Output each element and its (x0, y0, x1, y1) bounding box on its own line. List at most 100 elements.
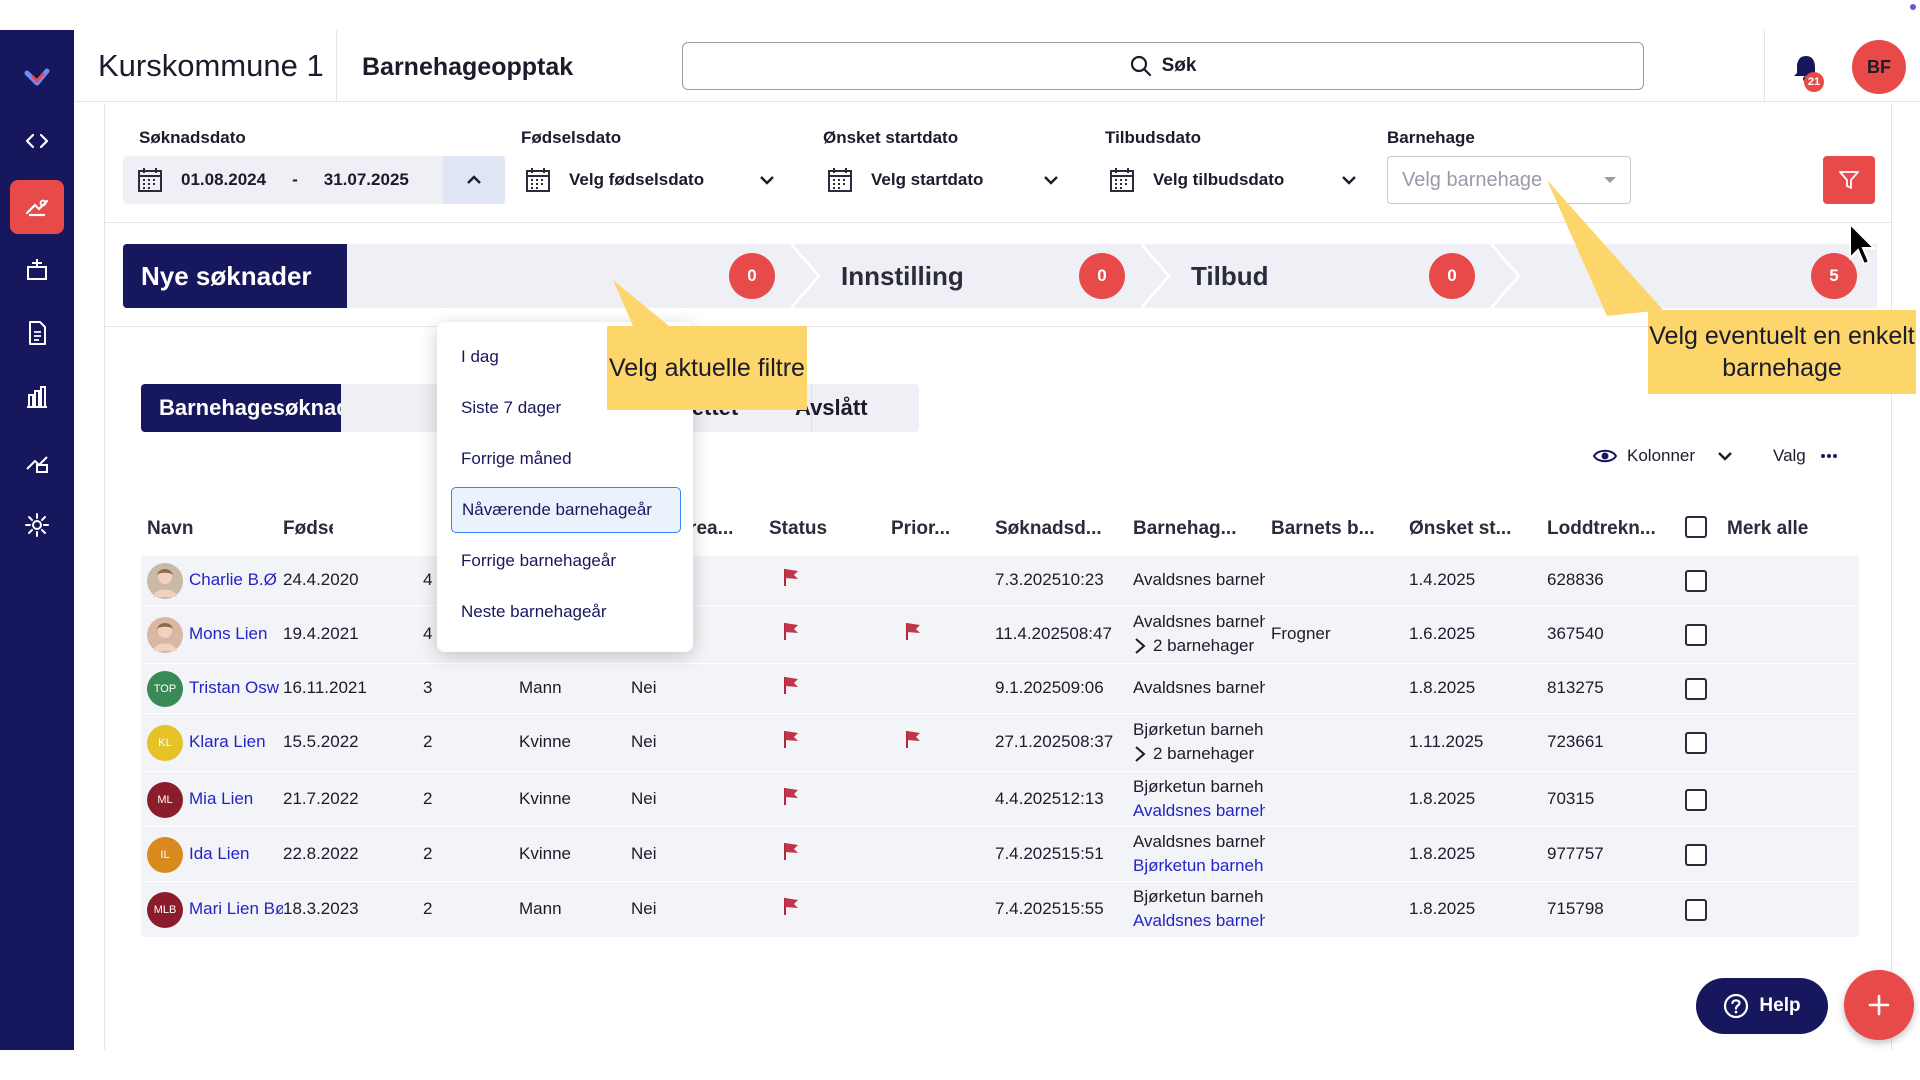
divider (336, 30, 337, 102)
child-avatar: TOP (147, 671, 183, 707)
kindergarten-icon[interactable] (12, 244, 62, 294)
table-row[interactable]: TOP Tristan Osw 16.11.2021 3 Mann Nei 9.1.2025… (141, 664, 1859, 714)
birth-date: 15.5.2022 (283, 732, 359, 751)
options-menu[interactable]: Valg (1773, 446, 1838, 466)
help-button[interactable]: Help (1696, 978, 1828, 1034)
priority-flag-icon[interactable] (903, 729, 923, 749)
child-name-link[interactable]: Klara Lien (189, 732, 283, 752)
filter-button[interactable] (1823, 156, 1875, 204)
kindergarten-choice[interactable]: Bjørketun barneh (1133, 856, 1265, 876)
col-header-name[interactable]: Navn (147, 518, 193, 540)
status-flag-icon[interactable] (781, 729, 801, 749)
child-avatar (147, 617, 183, 653)
child-district: Frogner (1271, 624, 1331, 643)
status-flag-icon[interactable] (781, 841, 801, 861)
row-checkbox[interactable] (1685, 788, 1707, 811)
code-icon[interactable] (12, 116, 62, 166)
status-flag-icon[interactable] (781, 621, 801, 641)
col-header-lottery[interactable]: Loddtrekn... (1547, 518, 1656, 540)
row-checkbox[interactable] (1685, 570, 1707, 592)
application-date-range[interactable]: 01.08.2024 - 31.07.2025 (123, 156, 505, 204)
callout-filters: Velg aktuelle filtre (607, 326, 807, 410)
child-name-link[interactable]: Mons Lien (189, 624, 283, 644)
child-name-link[interactable]: Charlie B.Ø (189, 570, 283, 590)
table-row[interactable]: KL Klara Lien 15.5.2022 2 Kvinne Nei 27.1.2025… (141, 714, 1859, 772)
table-row[interactable]: ML Mia Lien 21.7.2022 2 Kvinne Nei 4.4.202512:… (141, 772, 1859, 827)
calendar-icon (1110, 168, 1134, 192)
columns-toggle[interactable]: Kolonner (1593, 446, 1735, 466)
status-flag-icon[interactable] (781, 675, 801, 695)
date-preset-option[interactable]: Nåværende barnehageår (451, 487, 681, 533)
select-all-checkbox[interactable] (1685, 516, 1707, 538)
user-avatar[interactable]: BF (1852, 40, 1906, 94)
columns-label: Kolonner (1627, 446, 1696, 465)
stage-separator (1491, 244, 1521, 308)
top-bar: Kurskommune 1 Barnehageopptak Søk 21 BF (74, 30, 1920, 102)
sidebar (0, 30, 74, 1050)
chevron-right-icon (1135, 746, 1146, 762)
stats-icon[interactable] (12, 436, 62, 486)
row-checkbox[interactable] (1685, 899, 1707, 921)
kindergarten-choice[interactable]: Avaldsnes barneh (1133, 911, 1265, 931)
logo-icon[interactable] (12, 52, 62, 102)
col-header-district[interactable]: Barnets b... (1271, 518, 1374, 540)
stage-new-applications[interactable]: Nye søknader (123, 244, 347, 308)
range-presets-toggle[interactable] (443, 156, 505, 204)
col-header-applied-date[interactable]: Søknadsd... (995, 518, 1102, 540)
status-flag-icon[interactable] (781, 896, 801, 916)
offer-date-picker[interactable]: Velg tilbudsdato (1109, 156, 1359, 204)
start-date-value: Velg startdato (871, 170, 984, 189)
more-kindergartens[interactable]: 2 barnehager (1133, 636, 1265, 656)
lottery-number: 628836 (1547, 570, 1604, 589)
date-separator: - (292, 170, 298, 189)
document-icon[interactable] (12, 308, 62, 358)
birth-date-value: Velg fødselsdato (569, 170, 705, 189)
child-name-link[interactable]: Mia Lien (189, 789, 283, 809)
more-kindergartens[interactable]: 2 barnehager (1133, 744, 1265, 764)
child-name-link[interactable]: Mari Lien Bø (189, 899, 283, 919)
date-preset-option[interactable]: Forrige måned (451, 436, 681, 482)
status-flag-icon[interactable] (781, 786, 801, 806)
date-preset-option[interactable]: Forrige barnehageår (451, 538, 681, 584)
col-header-start-date[interactable]: Ønsket st... (1409, 518, 1511, 540)
stage-offer[interactable]: Tilbud (1191, 244, 1269, 308)
col-header-priority[interactable]: Prior... (891, 518, 950, 540)
gender: Kvinne (519, 788, 571, 808)
child-name-link[interactable]: Tristan Osw (189, 678, 283, 698)
lottery-number: 367540 (1547, 624, 1604, 643)
priority-flag-icon[interactable] (903, 621, 923, 641)
birth-date-picker[interactable]: Velg fødselsdato (525, 156, 777, 204)
age: 2 (423, 899, 433, 918)
offer-date-value: Velg tilbudsdato (1153, 170, 1285, 189)
kindergarten-choice: Avaldsnes barneh (1133, 570, 1265, 589)
col-header-status[interactable]: Status (769, 518, 827, 540)
kindergarten-choice: Avaldsnes barneh (1133, 831, 1265, 851)
row-checkbox[interactable] (1685, 732, 1707, 754)
kindergarten-choice: Bjørketun barneh (1133, 776, 1264, 796)
settings-gear-icon[interactable] (12, 500, 62, 550)
tab-kindergarten-applications[interactable]: Barnehagesøknader (141, 384, 341, 432)
add-button[interactable] (1844, 970, 1914, 1040)
row-checkbox[interactable] (1685, 624, 1707, 646)
more-kindergartens-label: 2 barnehager (1153, 744, 1255, 763)
kindergarten-choice[interactable]: Avaldsnes barneh (1133, 801, 1265, 821)
table-row[interactable]: IL Ida Lien 22.8.2022 2 Kvinne Nei 7.4.202515:… (141, 827, 1859, 882)
reports-icon[interactable] (12, 372, 62, 422)
lottery-number: 977757 (1547, 843, 1604, 863)
col-header-birth[interactable]: Fødsel (283, 518, 333, 540)
date-preset-option[interactable]: Neste barnehageår (451, 589, 681, 635)
search-input[interactable]: Søk (682, 42, 1644, 90)
child-name-link[interactable]: Ida Lien (189, 844, 283, 864)
filter-funnel-icon (1839, 171, 1859, 189)
stage-recommendation[interactable]: Innstilling (841, 244, 964, 308)
table-row[interactable]: Charlie B.Ø24.4.20204MannNei7.3.202510:2… (141, 556, 1859, 606)
row-checkbox[interactable] (1685, 678, 1707, 700)
callout-kindergarten: Velg eventuelt en enkelt barnehage (1648, 310, 1916, 394)
status-flag-icon[interactable] (781, 567, 801, 587)
col-header-kindergarten[interactable]: Barnehag... (1133, 518, 1236, 540)
table-row[interactable]: MLB Mari Lien Bø 18.3.2023 2 Mann Nei 7.4.2025… (141, 882, 1859, 938)
table-row[interactable]: Mons Lien19.4.20214KvinneNei11.4.202508:… (141, 606, 1859, 664)
start-date-picker[interactable]: Velg startdato (827, 156, 1061, 204)
admissions-icon[interactable] (10, 180, 64, 234)
row-checkbox[interactable] (1685, 843, 1707, 866)
